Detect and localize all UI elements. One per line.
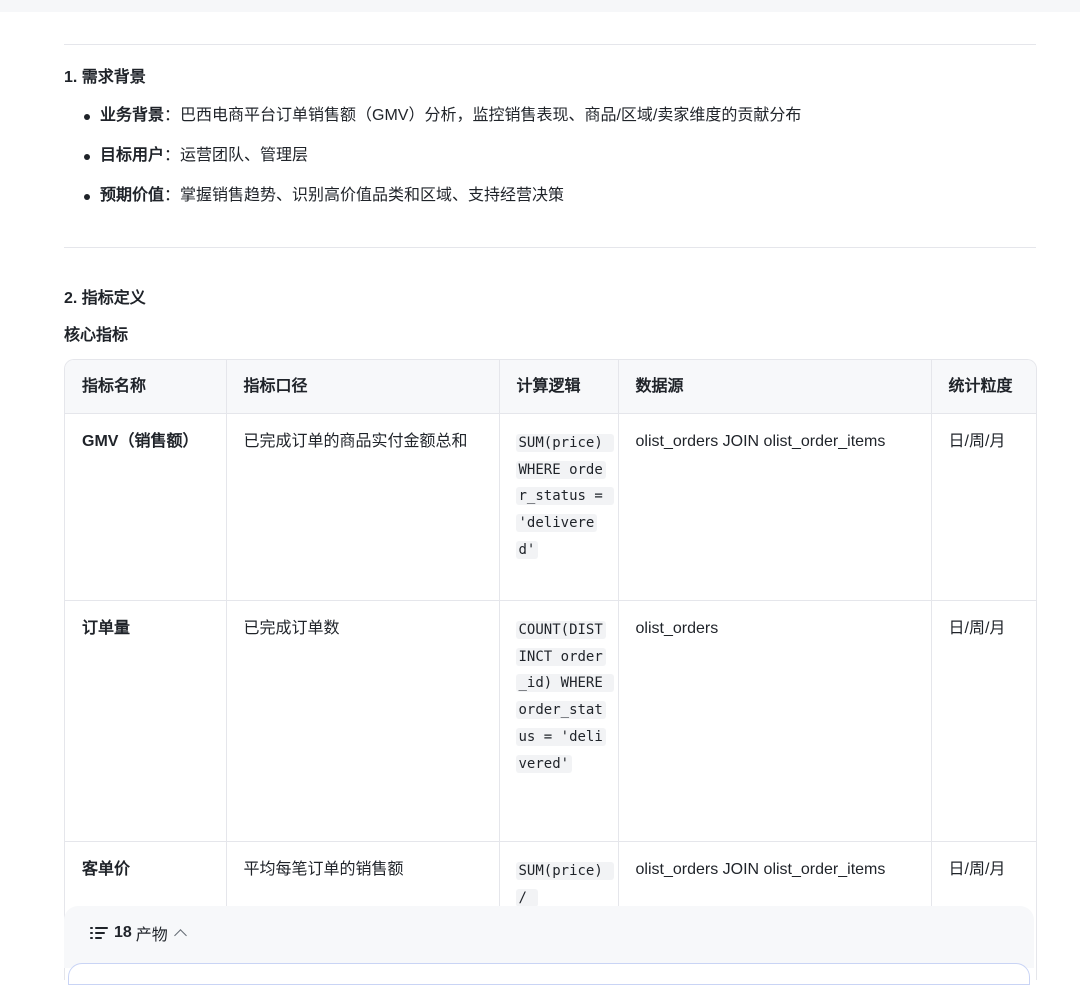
chevron-up-icon <box>173 929 187 942</box>
section-heading-background: 1. 需求背景 <box>64 69 146 86</box>
item-text: ：巴西电商平台订单销售额（GMV）分析，监控销售表现、商品/区域/卖家维度的贡献… <box>164 107 802 124</box>
column-header: 统计粒度 <box>931 360 1036 414</box>
metric-caliber: 已完成订单数 <box>226 600 500 842</box>
table-row: GMV（销售额） 已完成订单的商品实付金额总和 SUM(price) WHERE… <box>65 413 1036 601</box>
divider <box>64 44 1036 45</box>
column-header: 数据源 <box>618 360 932 414</box>
metric-name: 订单量 <box>65 600 227 842</box>
table-header-row: 指标名称 指标口径 计算逻辑 数据源 统计粒度 <box>65 360 1036 414</box>
metric-logic-cell: SUM(price) WHERE order_status = 'deliver… <box>499 413 619 601</box>
table-row: 订单量 已完成订单数 COUNT(DISTINCT order_id) WHER… <box>65 600 1036 842</box>
metric-logic: COUNT(DISTINCT order_id) WHERE order_sta… <box>515 621 615 773</box>
artifacts-panel: 18 产物 <box>64 906 1034 985</box>
item-label: 预期价值 <box>100 187 165 204</box>
metric-caliber: 已完成订单的商品实付金额总和 <box>226 413 500 601</box>
metric-source: olist_orders <box>618 600 932 842</box>
metric-logic: SUM(price) / <box>515 862 615 907</box>
metric-logic: SUM(price) WHERE order_status = 'deliver… <box>515 434 615 559</box>
item-text: ：运营团队、管理层 <box>164 147 309 164</box>
item-label: 业务背景 <box>100 107 165 124</box>
column-header: 指标口径 <box>226 360 500 414</box>
metric-granularity: 日/周/月 <box>931 600 1036 842</box>
list-item: 预期价值：掌握销售趋势、识别高价值品类和区域、支持经营决策 <box>64 184 801 224</box>
background-list: 业务背景：巴西电商平台订单销售额（GMV）分析，监控销售表现、商品/区域/卖家维… <box>64 104 801 224</box>
artifacts-toggle-button[interactable]: 18 产物 <box>90 922 187 944</box>
list-item: 目标用户：运营团队、管理层 <box>64 144 801 184</box>
column-header: 指标名称 <box>65 360 227 414</box>
metric-granularity: 日/周/月 <box>931 413 1036 601</box>
list-icon <box>90 925 108 941</box>
item-text: ：掌握销售趋势、识别高价值品类和区域、支持经营决策 <box>164 187 565 204</box>
chat-input-box[interactable] <box>68 963 1030 985</box>
section-heading-metrics: 2. 指标定义 <box>64 290 146 307</box>
artifacts-count: 18 <box>114 924 132 941</box>
column-header: 计算逻辑 <box>499 360 619 414</box>
subheading-core-metrics: 核心指标 <box>64 327 129 344</box>
divider <box>64 247 1036 248</box>
metric-source: olist_orders JOIN olist_order_items <box>618 413 932 601</box>
document-content: 1. 需求背景 业务背景：巴西电商平台订单销售额（GMV）分析，监控销售表现、商… <box>64 0 1037 980</box>
artifacts-label: 产物 <box>135 927 168 944</box>
metric-name: GMV（销售额） <box>65 413 227 601</box>
metrics-table: 指标名称 指标口径 计算逻辑 数据源 统计粒度 GMV（销售额） 已完成订单的商… <box>64 359 1037 980</box>
item-label: 目标用户 <box>100 147 165 164</box>
list-item: 业务背景：巴西电商平台订单销售额（GMV）分析，监控销售表现、商品/区域/卖家维… <box>64 104 801 144</box>
metric-logic-cell: COUNT(DISTINCT order_id) WHERE order_sta… <box>499 600 619 842</box>
